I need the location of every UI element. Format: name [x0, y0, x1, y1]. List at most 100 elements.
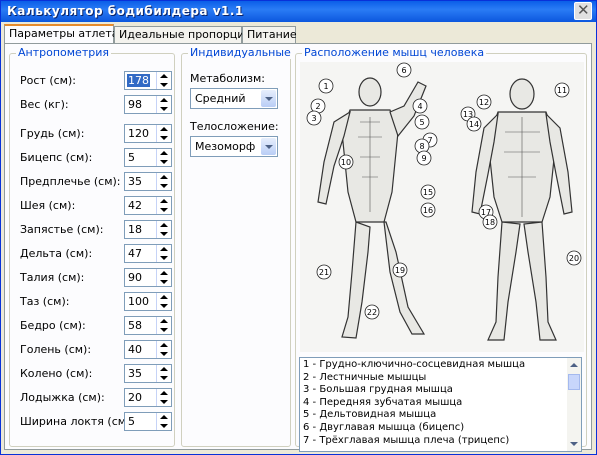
field-label: Грудь (см): [20, 127, 85, 140]
muscle-marker-number: 2 [315, 102, 320, 111]
spin-up-icon[interactable] [157, 293, 171, 301]
spin-up-icon[interactable] [157, 245, 171, 253]
muscle-diagram: 1 2 3 4 5 6 7 8 9 10 11 12 13 14 15 16 17 18 19 20 21 22 [300, 62, 584, 352]
field-label: Вес (кг): [20, 98, 69, 111]
spin-up-icon[interactable] [157, 413, 171, 421]
chevron-down-icon[interactable] [261, 138, 276, 155]
spin-up-icon[interactable] [157, 389, 171, 397]
field-value[interactable]: 18 [128, 223, 142, 236]
field-spinner[interactable]: 178 [124, 71, 172, 90]
spin-down-icon[interactable] [157, 350, 171, 358]
scroll-up-icon[interactable] [568, 359, 580, 371]
spin-up-icon[interactable] [157, 197, 171, 205]
muscle-marker-number: 4 [417, 102, 422, 111]
spinner-buttons [156, 173, 171, 190]
field-value[interactable]: 40 [128, 343, 142, 356]
individual-group: Индивидуальные Метаболизм: Средний Телос… [181, 46, 293, 447]
list-item[interactable]: 3 - Большая грудная мышца [303, 384, 453, 395]
field-spinner[interactable]: 42 [124, 196, 172, 215]
spin-up-icon[interactable] [157, 96, 171, 104]
field-value[interactable]: 47 [128, 247, 142, 260]
field-value[interactable]: 178 [127, 74, 150, 87]
field-value[interactable]: 100 [128, 295, 149, 308]
field-spinner[interactable]: 18 [124, 220, 172, 239]
muscle-marker-number: 5 [419, 118, 424, 127]
spin-down-icon[interactable] [157, 158, 171, 166]
spin-down-icon[interactable] [157, 278, 171, 286]
close-icon: ✕ [577, 1, 590, 19]
spin-down-icon[interactable] [157, 134, 171, 142]
spin-up-icon[interactable] [157, 72, 171, 80]
chevron-down-icon[interactable] [261, 90, 276, 107]
tab-nutrition[interactable]: Питание [242, 26, 297, 43]
spin-down-icon[interactable] [157, 326, 171, 334]
field-value[interactable]: 35 [128, 175, 142, 188]
field-label: Бедро (см): [20, 319, 86, 332]
physique-select[interactable]: Мезоморф [190, 136, 278, 157]
field-spinner[interactable]: 5 [124, 148, 172, 167]
spin-up-icon[interactable] [157, 221, 171, 229]
list-item[interactable]: 6 - Двуглавая мышца (бицепс) [303, 422, 464, 433]
field-value[interactable]: 58 [128, 319, 142, 332]
scroll-down-icon[interactable] [568, 438, 580, 450]
field-value[interactable]: 120 [128, 127, 149, 140]
list-item[interactable]: 4 - Передняя зубчатая мышца [303, 397, 462, 408]
field-value[interactable]: 98 [128, 98, 142, 111]
spin-down-icon[interactable] [157, 302, 171, 310]
spin-down-icon[interactable] [157, 206, 171, 214]
field-spinner[interactable]: 47 [124, 244, 172, 263]
field-value[interactable]: 5 [128, 151, 135, 164]
spin-up-icon[interactable] [157, 149, 171, 157]
list-item[interactable]: 1 - Грудно-ключично-сосцевидная мышца [303, 359, 525, 370]
field-value[interactable]: 90 [128, 271, 142, 284]
list-item[interactable]: 5 - Дельтовидная мышца [303, 409, 436, 420]
muscle-marker-number: 16 [423, 206, 433, 215]
muscle-list[interactable]: 1 - Грудно-ключично-сосцевидная мышца 2 -… [299, 357, 582, 452]
spin-down-icon[interactable] [157, 398, 171, 406]
muscle-marker-number: 15 [423, 188, 433, 197]
field-spinner[interactable]: 40 [124, 340, 172, 359]
close-button[interactable]: ✕ [574, 1, 592, 20]
spin-down-icon[interactable] [157, 230, 171, 238]
field-value[interactable]: 35 [128, 367, 142, 380]
muscle-marker-number: 10 [341, 158, 351, 167]
field-value[interactable]: 5 [128, 415, 135, 428]
field-spinner[interactable]: 20 [124, 388, 172, 407]
spin-down-icon[interactable] [157, 254, 171, 262]
spin-up-icon[interactable] [157, 125, 171, 133]
field-spinner[interactable]: 100 [124, 292, 172, 311]
field-spinner[interactable]: 98 [124, 95, 172, 114]
list-scrollbar[interactable] [567, 358, 581, 451]
metabolism-select[interactable]: Средний [190, 88, 278, 109]
spin-up-icon[interactable] [157, 269, 171, 277]
spinner-buttons [156, 269, 171, 286]
tab-athlete-params[interactable]: Параметры атлета [4, 24, 118, 44]
spin-down-icon[interactable] [157, 422, 171, 430]
spin-down-icon[interactable] [157, 105, 171, 113]
spin-up-icon[interactable] [157, 365, 171, 373]
field-label: Талия (см): [20, 271, 85, 284]
spin-down-icon[interactable] [157, 81, 171, 89]
tab-ideal-proportions[interactable]: Идеальные пропорции [114, 26, 252, 43]
list-item[interactable]: 7 - Трёхглавая мышца плеча (трицепс) [303, 435, 509, 446]
field-spinner[interactable]: 35 [124, 364, 172, 383]
field-value[interactable]: 42 [128, 199, 142, 212]
scroll-thumb[interactable] [568, 374, 580, 390]
spin-up-icon[interactable] [157, 173, 171, 181]
spin-up-icon[interactable] [157, 317, 171, 325]
window-title: Калькулятор бодибилдера v1.1 [7, 4, 244, 18]
field-label: Запястье (см): [20, 223, 104, 236]
spinner-buttons [156, 413, 171, 430]
field-spinner[interactable]: 90 [124, 268, 172, 287]
field-spinner[interactable]: 35 [124, 172, 172, 191]
field-spinner[interactable]: 5 [124, 412, 172, 431]
spin-down-icon[interactable] [157, 182, 171, 190]
field-value[interactable]: 20 [128, 391, 142, 404]
list-item[interactable]: 2 - Лестничные мышцы [303, 372, 426, 383]
field-label: Таз (см): [20, 295, 70, 308]
spin-down-icon[interactable] [157, 374, 171, 382]
field-spinner[interactable]: 120 [124, 124, 172, 143]
spin-up-icon[interactable] [157, 341, 171, 349]
muscle-marker-number: 20 [569, 254, 579, 263]
field-spinner[interactable]: 58 [124, 316, 172, 335]
